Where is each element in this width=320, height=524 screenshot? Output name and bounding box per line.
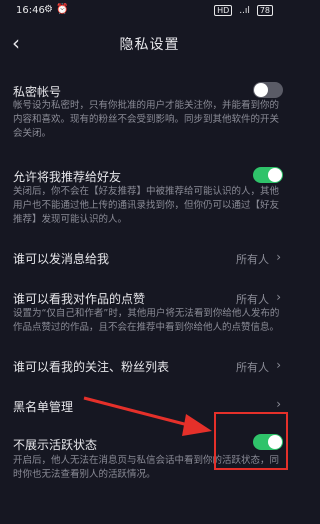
chevron-right-icon[interactable]: › [276, 250, 281, 264]
private-account-desc: 帐号设为私密时，只有你批准的用户才能关注你，并能看到你的内容和喜欢。现有的粉丝不… [13, 100, 280, 139]
status-left-icons: ⚙ ⏰ [44, 4, 69, 15]
who-can-see-likes-title[interactable]: 谁可以看我对作品的点赞 [13, 290, 145, 307]
who-can-see-likes-desc: 设置为“仅自己和作者”时，其他用户将无法看到你给他人发布的作品点赞过的作品，且不… [13, 308, 280, 333]
toggle-knob [254, 83, 268, 97]
blacklist-title[interactable]: 黑名单管理 [13, 398, 73, 415]
who-can-see-likes-value[interactable]: 所有人 [236, 291, 269, 307]
who-can-see-follow-list-value[interactable]: 所有人 [236, 359, 269, 375]
recommend-to-friends-title: 允许将我推荐给好友 [13, 170, 122, 184]
page-title: 隐私设置 [119, 37, 180, 53]
toggle-knob [268, 168, 282, 182]
who-can-message-value[interactable]: 所有人 [236, 251, 269, 267]
signal-icon: ..ıl [239, 6, 250, 16]
annotation-highlight-box [214, 412, 288, 470]
nav-bar: ‹ 隐私设置 [0, 30, 299, 58]
battery-icon: 78 [256, 5, 273, 16]
chevron-right-icon[interactable]: › [276, 290, 281, 304]
status-bar: 16:46 ⚙ ⏰ HD ..ıl 78 [0, 0, 299, 22]
chevron-right-icon[interactable]: › [276, 358, 281, 372]
private-account-toggle[interactable] [253, 82, 283, 98]
recommend-to-friends-toggle[interactable] [253, 167, 283, 183]
status-right: HD ..ıl 78 [214, 5, 273, 16]
who-can-see-follow-list-title[interactable]: 谁可以看我的关注、粉丝列表 [13, 358, 169, 375]
annotation-arrow-icon [83, 396, 212, 436]
recommend-to-friends-desc: 关闭后，你不会在【好友推荐】中被推荐给可能认识的人，其他用户也不能通过他上传的通… [13, 186, 280, 225]
chevron-right-icon[interactable]: › [276, 397, 281, 411]
status-time: 16:46 [16, 5, 45, 16]
hd-icon: HD [214, 5, 233, 16]
who-can-message-title[interactable]: 谁可以发消息给我 [13, 250, 109, 267]
private-account-title: 私密帐号 [13, 85, 62, 99]
